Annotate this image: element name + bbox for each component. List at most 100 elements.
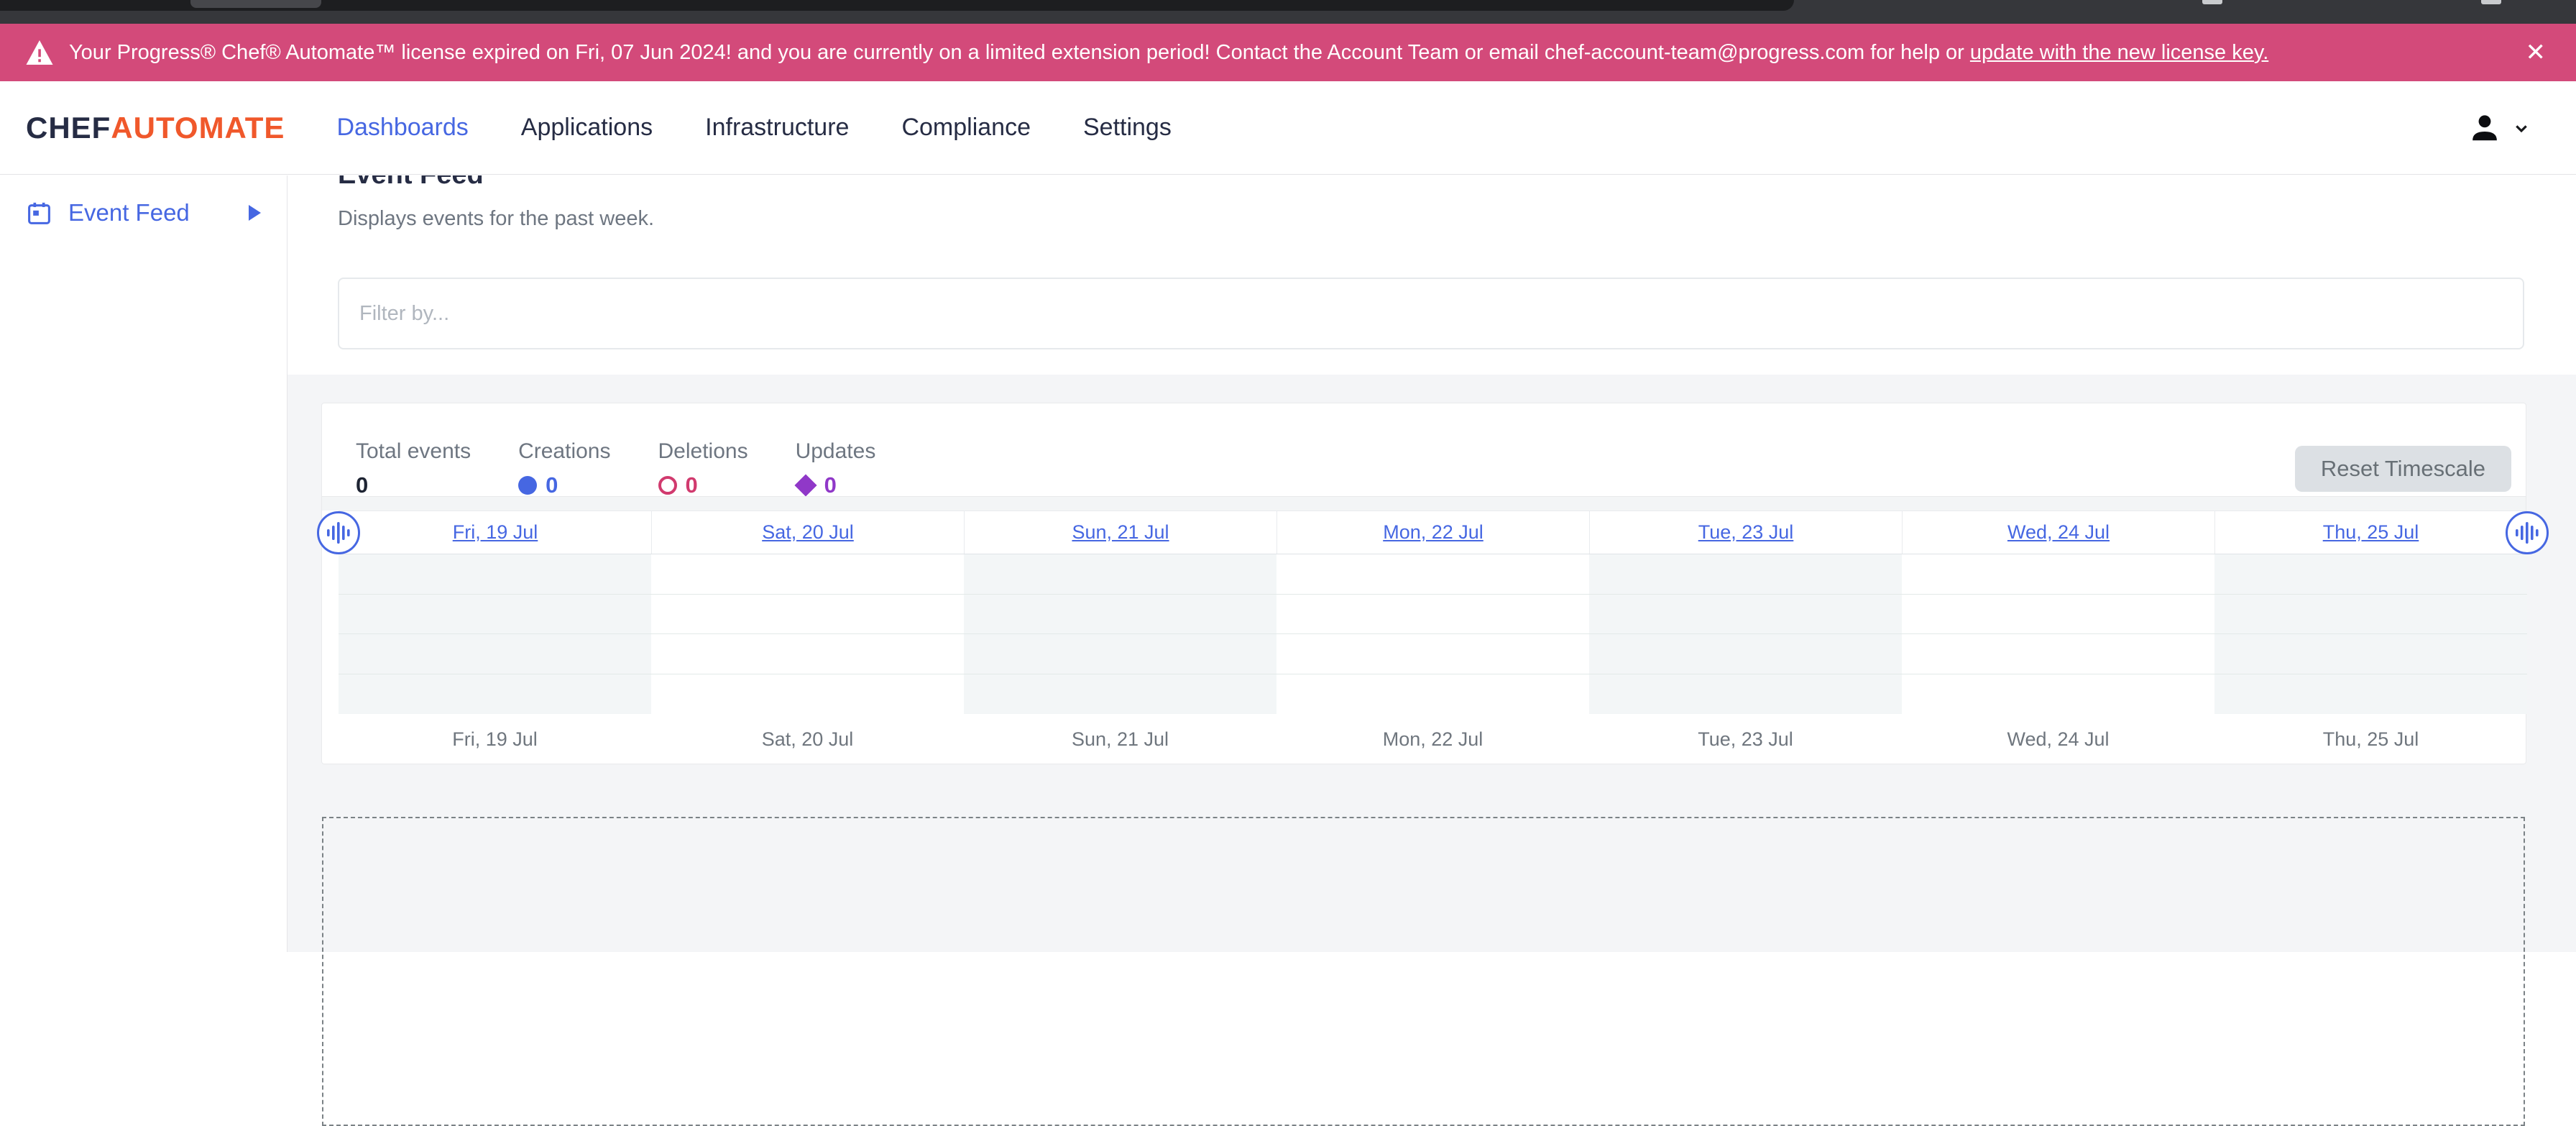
timeline-cell [339,674,651,715]
chef-automate-logo[interactable]: CHEFAUTOMATE [26,111,285,145]
day-link[interactable]: Mon, 22 Jul [1383,521,1484,544]
timescale-right-handle[interactable] [2506,511,2549,554]
day-header-cell: Mon, 22 Jul [1276,511,1589,554]
nav-settings[interactable]: Settings [1083,114,1172,142]
timeline-cell [2214,595,2527,634]
timeline-cell [1589,674,1902,715]
day-link[interactable]: Sun, 21 Jul [1072,521,1169,544]
timeline-cell [1276,595,1589,634]
day-footer-label: Thu, 25 Jul [2214,714,2527,764]
stat-creations: Creations 0 [518,439,610,498]
day-footer-label: Mon, 22 Jul [1276,714,1589,764]
timeline-row [339,674,2527,715]
guitar-string-drop-zone [322,817,2525,1126]
main-content: Event Feed Displays events for the past … [288,175,2576,952]
license-banner-text: Your Progress® Chef® Automate™ license e… [69,41,2268,65]
update-license-link[interactable]: update with the new license key. [1970,41,2268,64]
updates-marker-icon [794,474,816,496]
timeline-row [339,634,2527,674]
browser-toolbar-icon [2481,0,2501,4]
day-header-cell: Sun, 21 Jul [964,511,1276,554]
day-link[interactable]: Tue, 23 Jul [1698,521,1794,544]
day-link[interactable]: Fri, 19 Jul [453,521,538,544]
timescale-grip-icon [326,520,351,546]
day-footer-label: Sun, 21 Jul [964,714,1276,764]
timeline-cell [651,674,964,715]
day-footer-label: Sat, 20 Jul [651,714,964,764]
user-profile-icon [2468,111,2501,145]
nav-dashboards[interactable]: Dashboards [336,114,468,142]
sidebar-item-label: Event Feed [68,199,190,226]
stat-value: 0 [546,472,558,498]
app-header: CHEFAUTOMATE Dashboards Applications Inf… [0,81,2576,175]
main-nav: Dashboards Applications Infrastructure C… [336,114,1171,142]
warning-triangle-icon [26,40,53,65]
day-header-cell: Tue, 23 Jul [1589,511,1902,554]
nav-applications[interactable]: Applications [521,114,653,142]
chevron-down-icon [2510,116,2533,139]
license-banner: Your Progress® Chef® Automate™ license e… [0,24,2576,81]
stat-updates: Updates 0 [796,439,876,498]
creations-marker-icon [518,476,537,495]
day-link[interactable]: Thu, 25 Jul [2323,521,2419,544]
timeline-cell [2214,554,2527,594]
nav-compliance[interactable]: Compliance [901,114,1031,142]
stat-label: Creations [518,439,610,464]
day-footer-label: Wed, 24 Jul [1902,714,2214,764]
sidebar: Event Feed [0,175,288,952]
timescale-grip-icon [2514,520,2540,546]
event-feed-card: Total events 0 Creations 0 Deletions 0 U… [321,403,2526,764]
timeline-cell [2214,634,2527,674]
timeline-cell [651,634,964,674]
timeline-cell [651,595,964,634]
timeline-cell [1902,674,2214,715]
day-footer-label: Tue, 23 Jul [1589,714,1902,764]
browser-tab-highlight [190,0,321,8]
timeline: Fri, 19 Jul Sat, 20 Jul Sun, 21 Jul Mon,… [339,511,2527,764]
timeline-cell [1902,634,2214,674]
reset-timescale-button[interactable]: Reset Timescale [2295,446,2511,492]
timeline-day-footer: Fri, 19 Jul Sat, 20 Jul Sun, 21 Jul Mon,… [339,714,2527,764]
stat-value: 0 [356,472,368,498]
timeline-divider [322,496,2526,511]
calendar-icon [26,200,52,226]
day-link[interactable]: Sat, 20 Jul [762,521,854,544]
timeline-cell [1276,554,1589,594]
sidebar-item-event-feed[interactable]: Event Feed [0,191,287,234]
stat-deletions: Deletions 0 [658,439,748,498]
timeline-cell [2214,674,2527,715]
stat-label: Updates [796,439,876,464]
timeline-cell [1589,634,1902,674]
timeline-day-header: Fri, 19 Jul Sat, 20 Jul Sun, 21 Jul Mon,… [339,511,2527,554]
timeline-cell [651,554,964,594]
browser-chrome-bar [0,0,2576,24]
day-link[interactable]: Wed, 24 Jul [2007,521,2110,544]
timeline-row [339,595,2527,635]
day-header-cell: Wed, 24 Jul [1902,511,2214,554]
timeline-cell [339,595,651,634]
logo-automate: AUTOMATE [111,111,285,145]
user-menu[interactable] [2468,111,2550,145]
expand-arrow-icon [249,205,261,221]
timeline-cell [964,634,1276,674]
timeline-cell [1589,554,1902,594]
timeline-cell [1902,595,2214,634]
timescale-left-handle[interactable] [317,511,360,554]
timeline-row [339,554,2527,595]
timeline-cell [1276,634,1589,674]
timeline-cell [1902,554,2214,594]
day-footer-label: Fri, 19 Jul [339,714,651,764]
timeline-cell [339,554,651,594]
page-header-section: Event Feed Displays events for the past … [288,175,2576,375]
event-stats: Total events 0 Creations 0 Deletions 0 U… [356,439,875,498]
deletions-marker-icon [658,476,677,495]
filter-input[interactable] [338,278,2524,349]
close-icon[interactable]: ✕ [2521,40,2551,65]
logo-chef: CHEF [26,111,111,145]
nav-infrastructure[interactable]: Infrastructure [705,114,849,142]
stat-label: Total events [356,439,471,464]
stat-value: 0 [824,472,837,498]
timeline-cell [964,674,1276,715]
day-header-cell: Sat, 20 Jul [651,511,964,554]
timeline-cell [964,554,1276,594]
